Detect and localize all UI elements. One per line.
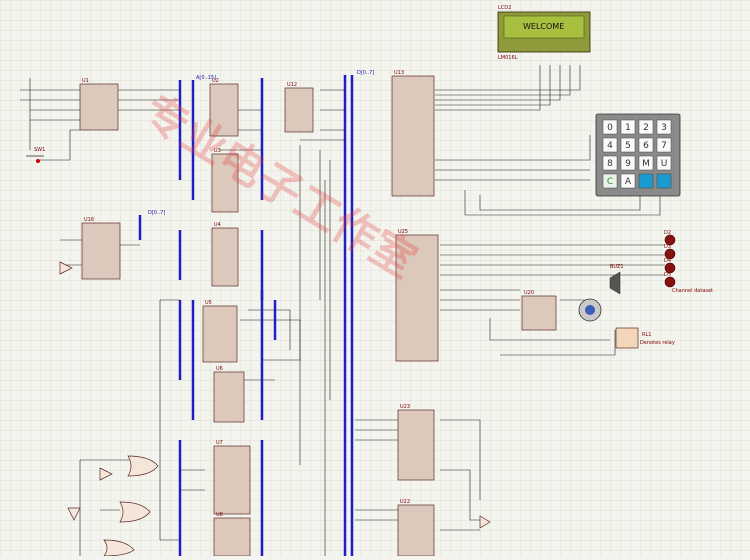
relay-ref: RL1 xyxy=(642,332,651,338)
chip-ref-u4: U4 xyxy=(214,222,221,228)
keypad-key-14 xyxy=(638,173,654,189)
chip-ref-u23: U23 xyxy=(400,404,410,410)
keypad-key-label: 1 xyxy=(625,123,631,133)
schematic-svg: WELCOME LCD2 LM016L 0 1 2 34 5 6 78 9 M UC A BUZ1 … xyxy=(0,0,750,557)
chip-u22 xyxy=(397,504,435,557)
chip-u12 xyxy=(284,87,314,133)
keypad-key-label: M xyxy=(642,159,650,169)
buzzer-ref: BUZ1 xyxy=(610,264,624,270)
chip-u7 xyxy=(213,445,251,515)
led-ref: D4 xyxy=(664,258,671,264)
keypad-key-label: C xyxy=(607,177,613,187)
keypad-key-15 xyxy=(656,173,672,189)
led-ref: D3 xyxy=(664,244,671,250)
keypad-key-label: A xyxy=(625,177,632,187)
led-ref: D2 xyxy=(664,230,671,236)
address-bus-label: A[0..15] xyxy=(196,75,216,81)
stepper-motor xyxy=(578,298,602,322)
chip-ref-u20: U20 xyxy=(524,290,534,296)
schematic-canvas: WELCOME LCD2 LM016L 0123456789MUCA BUZ1 … xyxy=(0,0,750,557)
keypad-key-label: 6 xyxy=(643,141,649,151)
chip-u8 xyxy=(213,517,251,557)
keypad-key-label: 3 xyxy=(661,123,667,133)
lcd-model: LM016L xyxy=(498,55,518,61)
chip-u5 xyxy=(202,305,238,363)
chip-u6 xyxy=(213,371,245,423)
chip-u16 xyxy=(81,222,121,280)
chip-u13 xyxy=(391,75,435,197)
keypad-key-label: 2 xyxy=(643,123,649,133)
chip-u23 xyxy=(397,409,435,481)
keypad-key-label: 4 xyxy=(607,141,613,151)
keypad-key-label: U xyxy=(661,159,668,169)
lcd-text: WELCOME xyxy=(523,22,564,31)
keypad-key-label: 9 xyxy=(625,159,631,169)
data-bus-label: D[0..7] xyxy=(357,70,374,76)
lcd-ref: LCD2 xyxy=(498,5,511,11)
chip-ref-u16: U16 xyxy=(84,217,94,223)
chip-u20 xyxy=(521,295,557,331)
chip-ref-u7: U7 xyxy=(216,440,223,446)
keypad-key-label: 0 xyxy=(607,123,613,133)
chip-ref-u1: U1 xyxy=(82,78,89,84)
chip-ref-u5: U5 xyxy=(205,300,212,306)
led-d5 xyxy=(664,276,676,288)
led-ref: D5 xyxy=(664,272,671,278)
chip-ref-u22: U22 xyxy=(400,499,410,505)
keypad-key-label: 8 xyxy=(607,159,613,169)
chip-u4 xyxy=(211,227,239,287)
chip-ref-u8: U8 xyxy=(216,512,223,518)
relay-note: Denotes relay xyxy=(640,340,675,346)
keypad: 0 1 2 3 4 5 6 7 8 9 M U C A xyxy=(595,113,681,197)
chip-u1 xyxy=(79,83,119,131)
chip-ref-u12: U12 xyxy=(287,82,297,88)
chip-ref-u6: U6 xyxy=(216,366,223,372)
keypad-key-label: 5 xyxy=(625,141,631,151)
data-bus-label-2: D[0..7] xyxy=(148,210,165,216)
chip-ref-u13: U13 xyxy=(394,70,404,76)
switch-ref: SW1 xyxy=(34,147,45,153)
led-note: Channel dataset xyxy=(672,288,713,294)
keypad-key-label: 7 xyxy=(661,141,667,151)
